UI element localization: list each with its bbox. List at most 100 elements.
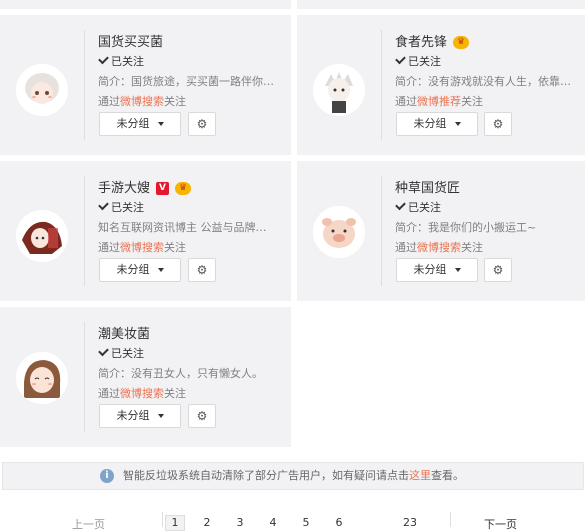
follow-source-link[interactable]: 微博搜索 [120,241,164,254]
page-number[interactable]: 2 [198,516,216,529]
pagination: 上一页 1 2 3 4 5 6 23 下一页 [0,510,585,531]
card-divider [381,30,382,140]
page-number[interactable]: 23 [398,516,422,529]
caret-down-icon [157,414,164,418]
settings-button[interactable]: ⚙ [188,258,216,282]
user-bio: 知名互联网资讯博主 公益与品牌… [98,221,267,234]
follow-source-link[interactable]: 微博搜索 [417,241,461,254]
settings-button[interactable]: ⚙ [484,258,512,282]
notice-link[interactable]: 这里 [409,469,431,482]
gear-icon: ⚙ [196,263,208,277]
gear-icon: ⚙ [196,409,208,423]
check-icon [98,199,109,211]
follow-source: 通过微博搜索关注 [395,239,580,255]
prev-page-button[interactable]: 上一页 [72,516,105,532]
check-icon [395,53,406,65]
vip-badge-icon[interactable]: ♛ [453,36,470,49]
avatar[interactable] [313,206,365,258]
follow-source-prefix: 通过 [98,241,120,254]
page-number[interactable]: 4 [264,516,282,529]
user-card: 种草国货匠 已关注 简介：我是你们的小搬运工~ 通过微博搜索关注 未分组 ⚙ [297,161,585,301]
avatar[interactable] [16,64,68,116]
notice-text-before: 智能反垃圾系统自动清除了部分广告用户，如有疑问请点击 [123,469,409,482]
followed-label: 已关注 [111,347,144,360]
group-dropdown[interactable]: 未分组 [396,258,478,282]
follow-source-suffix: 关注 [164,241,186,254]
card-divider [84,322,85,432]
followed-status: 已关注 [98,199,288,215]
verified-v-icon[interactable]: V [156,182,170,195]
user-name[interactable]: 国货买买菌 [98,31,163,50]
followed-status: 已关注 [98,345,288,361]
user-card: 潮美妆菌 已关注 简介：没有丑女人，只有懒女人。 通过微博搜索关注 未分组 ⚙ [0,307,291,447]
follow-source-suffix: 关注 [164,387,186,400]
user-name-text: 手游大嫂 [98,181,151,196]
follow-source-link[interactable]: 微博搜索 [120,387,164,400]
page-number[interactable]: 5 [297,516,315,529]
caret-down-icon [157,268,164,272]
group-dropdown[interactable]: 未分组 [99,112,181,136]
group-dropdown[interactable]: 未分组 [99,258,181,282]
group-dropdown[interactable]: 未分组 [99,404,181,428]
followed-label: 已关注 [408,55,441,68]
page-number[interactable]: 1 [165,515,185,531]
vip-badge-icon[interactable]: ♛ [175,182,192,195]
gear-icon: ⚙ [492,117,504,131]
follow-source-link[interactable]: 微博推荐 [417,95,461,108]
followed-label: 已关注 [408,201,441,214]
group-dropdown-label: 未分组 [413,117,447,130]
settings-button[interactable]: ⚙ [484,112,512,136]
user-bio: 简介：没有游戏就没有人生，依靠… [395,75,571,88]
user-name[interactable]: 潮美妆菌 [98,323,150,342]
page-number[interactable]: 6 [330,516,348,529]
user-bio: 简介：国货旅途，买买菌一路伴你… [98,75,274,88]
followed-status: 已关注 [395,53,580,69]
avatar-image [313,64,365,116]
group-dropdown-label: 未分组 [413,263,447,276]
notice-text: 智能反垃圾系统自动清除了部分广告用户，如有疑问请点击这里查看。 [123,463,464,489]
group-dropdown-label: 未分组 [116,409,150,422]
pager-divider [450,512,451,527]
avatar-image [16,210,68,262]
avatar[interactable] [16,210,68,262]
user-card: 食者先锋 ♛ 已关注 简介：没有游戏就没有人生，依靠… 通过微博推荐关注 未分组 … [297,15,585,155]
caret-down-icon [454,268,461,272]
follow-source-link[interactable]: 微博搜索 [120,95,164,108]
followed-status: 已关注 [395,199,580,215]
pager-divider [162,512,163,527]
notice-text-after: 查看。 [431,469,464,482]
next-page-button[interactable]: 下一页 [484,516,517,532]
check-icon [395,199,406,211]
follow-source-prefix: 通过 [98,95,120,108]
settings-button[interactable]: ⚙ [188,404,216,428]
user-card: 手游大嫂 V ♛ 已关注 知名互联网资讯博主 公益与品牌… 通过微博搜索关注 未分组… [0,161,291,301]
spam-filter-notice: i 智能反垃圾系统自动清除了部分广告用户，如有疑问请点击这里查看。 [2,462,584,490]
follow-source: 通过微博搜索关注 [98,93,288,109]
group-dropdown-label: 未分组 [116,263,150,276]
follow-source-suffix: 关注 [164,95,186,108]
avatar[interactable] [16,352,68,404]
page-number[interactable]: 3 [231,516,249,529]
follow-source-prefix: 通过 [98,387,120,400]
caret-down-icon [454,122,461,126]
gear-icon: ⚙ [492,263,504,277]
group-dropdown-label: 未分组 [116,117,150,130]
followed-status: 已关注 [98,53,288,69]
caret-down-icon [157,122,164,126]
check-icon [98,53,109,65]
avatar[interactable] [313,64,365,116]
user-name[interactable]: 种草国货匠 [395,177,460,196]
group-dropdown[interactable]: 未分组 [396,112,478,136]
info-icon: i [100,469,114,483]
card-divider [381,176,382,286]
follow-source-prefix: 通过 [395,241,417,254]
follow-source-prefix: 通过 [395,95,417,108]
user-name[interactable]: 食者先锋 ♛ [395,31,470,50]
card-divider [84,176,85,286]
settings-button[interactable]: ⚙ [188,112,216,136]
user-name[interactable]: 手游大嫂 V ♛ [98,177,192,196]
follow-source: 通过微博推荐关注 [395,93,580,109]
follow-source: 通过微博搜索关注 [98,239,288,255]
card-partial-right [297,0,585,9]
followed-label: 已关注 [111,55,144,68]
